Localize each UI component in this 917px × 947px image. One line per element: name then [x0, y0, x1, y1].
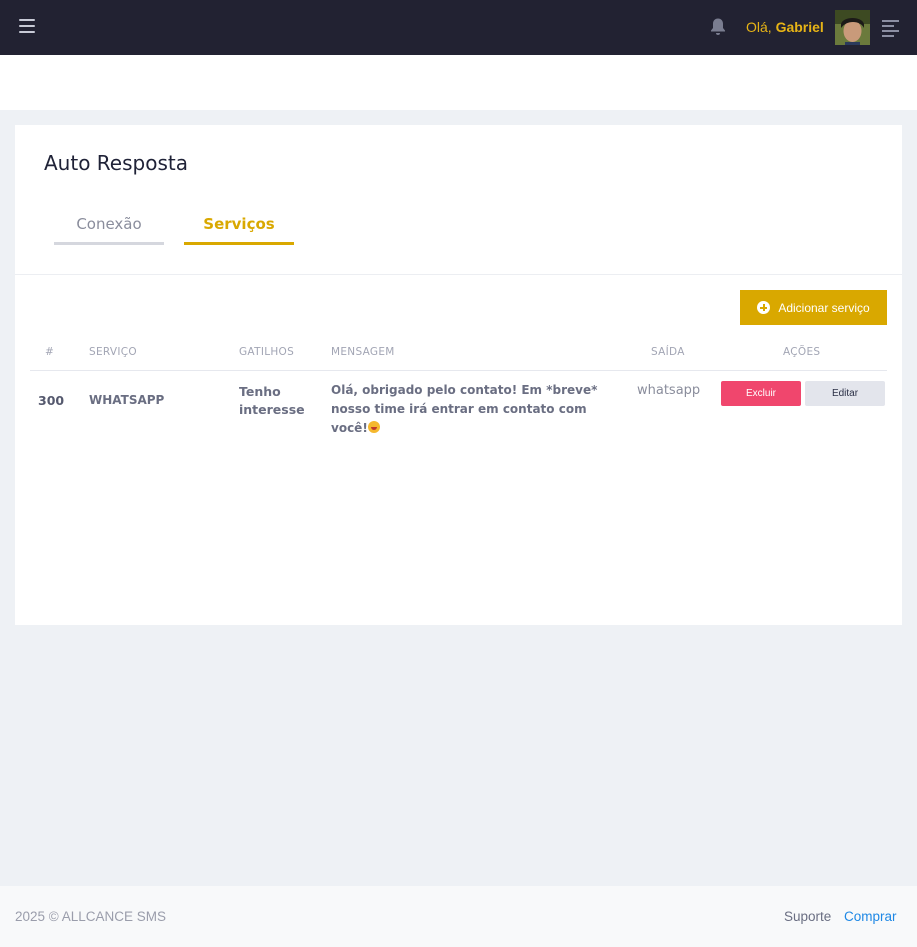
- bell-icon[interactable]: [709, 17, 727, 37]
- add-service-button[interactable]: Adicionar serviço: [740, 290, 887, 325]
- greeting-prefix: Olá,: [746, 19, 776, 35]
- tab-servicos[interactable]: Serviços: [184, 210, 294, 245]
- hamburger-icon[interactable]: [19, 19, 35, 33]
- page-title: Auto Resposta: [44, 151, 188, 175]
- cell-trigger: Tenho interesse: [239, 384, 305, 417]
- grinning-face-with-tongue-icon: [367, 421, 380, 433]
- column-header-actions: AÇÕES: [783, 346, 821, 358]
- avatar[interactable]: [835, 10, 870, 45]
- table-header-divider: [30, 370, 887, 371]
- auto-response-card: Auto Resposta Conexão Serviços Adicionar…: [15, 125, 902, 625]
- column-header-output: SAÍDA: [651, 346, 685, 358]
- footer: 2025 © ALLCANCE SMS Suporte Comprar: [0, 886, 917, 947]
- edit-button[interactable]: Editar: [805, 381, 885, 406]
- add-service-label: Adicionar serviço: [778, 300, 870, 315]
- column-header-triggers: GATILHOS: [239, 346, 295, 358]
- buy-link[interactable]: Comprar: [844, 909, 897, 924]
- user-name: Gabriel: [775, 19, 824, 35]
- tab-conexao[interactable]: Conexão: [54, 210, 164, 245]
- subheader-bar: [0, 55, 917, 110]
- delete-button[interactable]: Excluir: [721, 381, 801, 406]
- plus-circle-icon: [757, 301, 771, 314]
- divider: [15, 274, 902, 275]
- column-header-message: MENSAGEM: [331, 346, 395, 358]
- cell-service: WHATSAPP: [89, 393, 165, 407]
- copyright-text: 2025 © ALLCANCE SMS: [15, 909, 167, 924]
- user-greeting[interactable]: Olá, Gabriel: [746, 19, 824, 35]
- align-right-icon[interactable]: [882, 20, 899, 37]
- column-header-service: SERVIÇO: [89, 346, 137, 358]
- cell-output: whatsapp: [637, 383, 701, 398]
- column-header-id: #: [45, 346, 55, 358]
- cell-message: Olá, obrigado pelo contato! Em *breve* n…: [331, 381, 621, 438]
- support-link[interactable]: Suporte: [784, 909, 831, 924]
- top-navbar: Olá, Gabriel: [0, 0, 917, 55]
- cell-id: 300: [38, 393, 65, 408]
